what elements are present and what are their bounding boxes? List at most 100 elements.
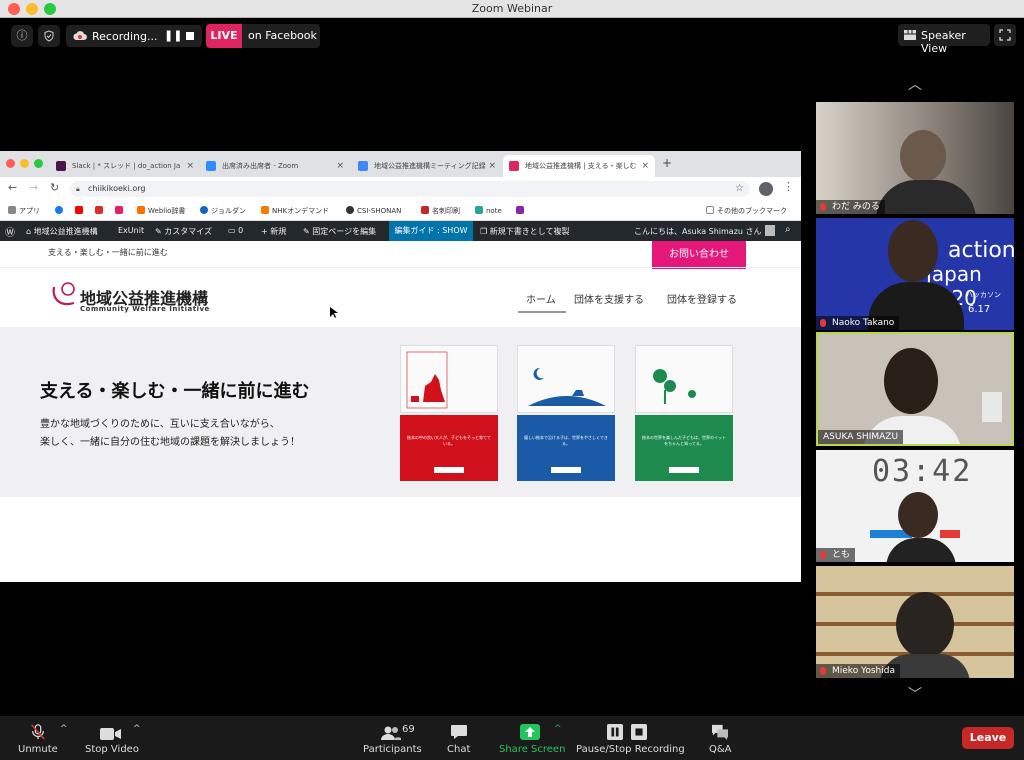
bookmark-item[interactable] (55, 206, 66, 215)
tab-close-icon[interactable]: × (186, 155, 194, 177)
picture-book-card[interactable]: 絵本の中の良い大人が、子どもをそっと育てている。 (400, 345, 498, 481)
bookmark-item[interactable] (115, 206, 126, 215)
scroll-down-icon[interactable]: ﹀ (900, 684, 930, 703)
participant-video-tile[interactable]: わだ みのる (816, 102, 1014, 214)
speaker-view-button[interactable]: Speaker View (898, 24, 990, 55)
active-speaker-video-tile[interactable]: ASUKA SHIMAZU (816, 332, 1014, 446)
search-icon[interactable]: ⌕ (785, 224, 791, 235)
reload-icon[interactable]: ↻ (50, 181, 59, 194)
wordpress-logo-icon[interactable]: Ⓦ (5, 224, 15, 239)
bookmark-item[interactable]: CSI-SHONAN (346, 206, 401, 215)
tree-illustration-icon (653, 369, 696, 404)
stop-recording-icon[interactable] (186, 32, 194, 40)
jorudan-icon (200, 206, 208, 214)
muted-mic-icon (820, 667, 826, 675)
contact-button[interactable]: お問い合わせ (652, 241, 746, 269)
live-badge: LIVE (206, 24, 242, 48)
url-field[interactable]: 🔒︎ chiikikoeki.org ☆ (70, 181, 750, 197)
book-cover-label (551, 467, 581, 473)
tab-close-icon[interactable]: × (641, 155, 649, 177)
facebook-icon (55, 206, 63, 214)
picture-book-card[interactable]: 優しい絵本で泣ける子は、世界をやさしくできる。 (517, 345, 615, 481)
wp-new-label: 新規 (270, 227, 287, 236)
shield-check-icon (44, 30, 54, 42)
bookmark-item[interactable]: 名刺印刷 (421, 206, 460, 216)
video-options-chevron-icon[interactable]: ^ (133, 724, 141, 734)
tab-close-icon[interactable]: × (488, 155, 496, 177)
participant-name-tag: わだ みのる (816, 200, 885, 214)
participant-video-tile[interactable]: action Japan 2020 ハッカソン 6.17 Naoko Takan… (816, 218, 1014, 330)
wp-greeting[interactable]: こんにちは、Asuka Shimazu さん (634, 226, 762, 237)
leave-button[interactable]: Leave (962, 727, 1014, 749)
site-tagline: 支える・楽しむ・一緒に前に進む (48, 248, 168, 257)
bookmark-label: note (486, 207, 502, 215)
other-bookmarks[interactable]: その他のブックマーク (706, 206, 787, 216)
participant-figure (900, 130, 946, 182)
bookmark-label: アプリ (19, 207, 40, 215)
bookmark-item[interactable]: ジョルダン (200, 206, 246, 216)
browser-tab-slack[interactable]: Slack | * スレッド | do_action Ja × (50, 155, 200, 177)
wp-site-name[interactable]: ⌂ 地域公益推進機構 (26, 226, 98, 237)
browser-tab-docs[interactable]: 地域公益推進機構ミーティング記録 × (352, 155, 502, 177)
bookmark-item[interactable] (516, 206, 527, 215)
fullscreen-icon (999, 29, 1011, 41)
bookmark-item[interactable] (75, 206, 86, 215)
security-button[interactable] (38, 25, 60, 47)
bookmark-item[interactable]: note (475, 206, 502, 215)
participant-video-tile[interactable]: Mieko Yoshida (816, 566, 1014, 678)
nav-register[interactable]: 団体を登録する (667, 291, 737, 306)
nav-home[interactable]: ホーム (526, 291, 556, 306)
audio-options-chevron-icon[interactable]: ^ (60, 724, 68, 734)
shared-screen: Slack | * スレッド | do_action Ja × 出席済み出席者 … (0, 151, 801, 582)
wp-comments[interactable]: ▭ 0 (228, 226, 243, 235)
pause-recording-icon[interactable]: ❚❚ (164, 29, 182, 42)
participant-figure (884, 348, 938, 414)
wp-customize[interactable]: ✎ カスタマイズ (155, 226, 212, 237)
wp-new[interactable]: + 新規 (261, 226, 286, 237)
banner-text-line1: action (948, 238, 1014, 263)
user-avatar[interactable] (765, 225, 775, 236)
new-tab-button[interactable]: + (662, 156, 672, 170)
share-screen-icon (520, 724, 540, 740)
bookmark-item[interactable]: NHKオンデマンド (261, 206, 329, 216)
wp-duplicate[interactable]: ❐ 新規下書きとして複製 (480, 226, 569, 237)
title-bar: Zoom Webinar (0, 0, 1024, 18)
youtube-icon (75, 206, 83, 214)
participant-video-tile[interactable]: 03:42 とも (816, 450, 1014, 562)
bookmark-label: ジョルダン (211, 207, 246, 215)
bookmark-label: 名刺印刷 (432, 207, 460, 215)
share-options-chevron-icon[interactable]: ^ (554, 724, 562, 734)
bookmark-label: Weblio辞書 (148, 207, 186, 215)
stop-video-label: Stop Video (85, 744, 139, 755)
banner-subtitle: ハッカソン (966, 291, 1001, 299)
wp-edit-page[interactable]: ✎ 固定ページを編集 (303, 226, 376, 237)
back-arrow-icon[interactable]: ← (8, 181, 17, 194)
meeting-info-button[interactable]: ⓘ (11, 25, 33, 47)
browser-menu-icon[interactable]: ⋮ (783, 180, 794, 193)
gmail-icon (95, 206, 103, 214)
bookmark-star-icon[interactable]: ☆ (735, 181, 744, 197)
browser-tab-active[interactable]: 地域公益推進機構 | 支える・楽しむ × (503, 155, 655, 177)
browser-zoom-dot (34, 159, 43, 168)
participant-name-tag: ASUKA SHIMAZU (818, 430, 904, 444)
scroll-up-icon[interactable]: ︿ (900, 74, 930, 93)
fullscreen-button[interactable] (994, 24, 1016, 46)
hero-section: 支える・楽しむ・一緒に前に進む 豊かな地域づくりのために、互いに支え合いながら、… (0, 327, 801, 497)
bookmark-item[interactable]: Weblio辞書 (137, 206, 185, 216)
wp-edit-guide[interactable]: 編集ガイド : SHOW (389, 221, 473, 241)
lock-icon: 🔒︎ (76, 185, 80, 193)
grid-view-icon (904, 30, 916, 40)
live-stream-indicator[interactable]: LIVE on Facebook (206, 24, 320, 48)
tab-close-icon[interactable]: × (336, 155, 344, 177)
chat-bubble-icon (451, 725, 467, 739)
nav-support[interactable]: 団体を支援する (574, 291, 644, 306)
profile-avatar[interactable] (759, 182, 773, 196)
participants-icon (381, 726, 401, 740)
wp-exunit[interactable]: ExUnit (118, 226, 144, 235)
book-cover: 優しい絵本で泣ける子は、世界をやさしくできる。 (517, 415, 615, 481)
forward-arrow-icon[interactable]: → (29, 181, 38, 194)
bookmark-item[interactable] (95, 206, 106, 215)
bookmark-item[interactable]: アプリ (8, 206, 40, 216)
picture-book-card[interactable]: 絵本の世界を楽しんだ子どもは、世界のイットをちゃんと知ってる。 (635, 345, 733, 481)
browser-tab-zoom[interactable]: 出席済み出席者 - Zoom × (200, 155, 350, 177)
